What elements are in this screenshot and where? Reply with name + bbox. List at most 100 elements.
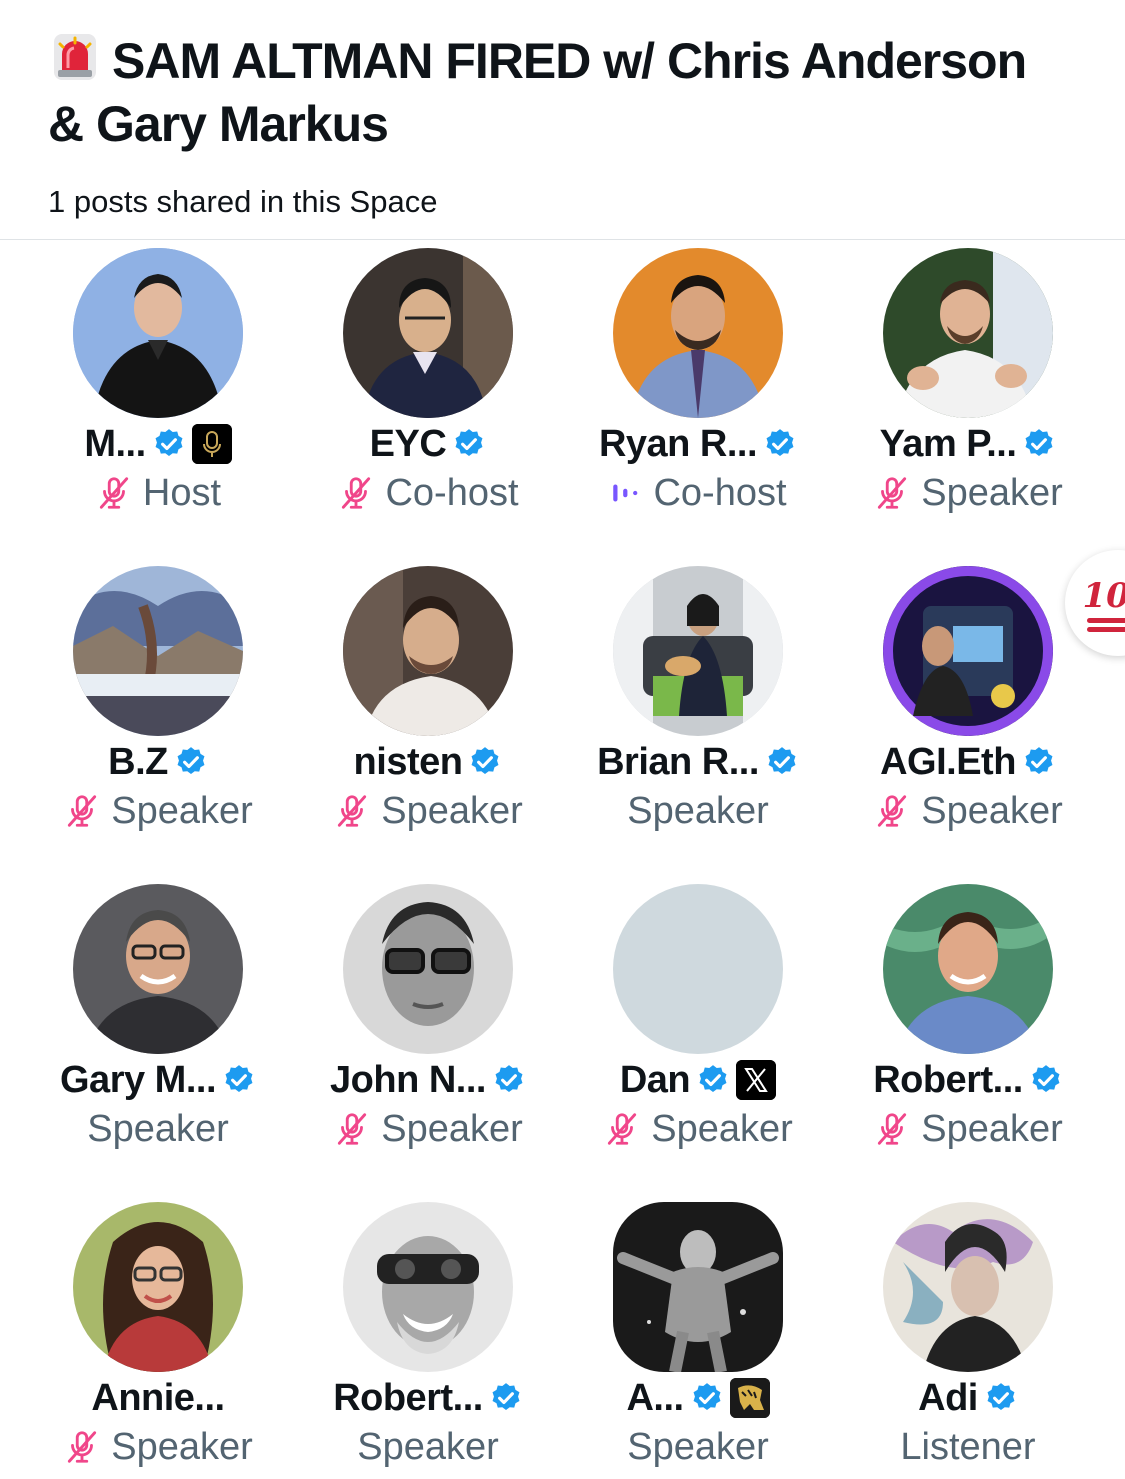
participant-card[interactable]: John N... Speaker [293, 876, 563, 1194]
participant-name: nisten [353, 740, 463, 783]
name-row: AGI.Eth [833, 738, 1103, 786]
participant-name: Adi [918, 1376, 978, 1419]
participant-role: Co-host [653, 471, 787, 514]
participant-name: M... [84, 422, 146, 465]
role-row: Listener [833, 1422, 1103, 1472]
verified-badge-icon [225, 1065, 253, 1093]
name-row: Annie... [23, 1374, 293, 1422]
avatar[interactable] [883, 248, 1053, 418]
name-row: nisten [293, 738, 563, 786]
name-row: Adi [833, 1374, 1103, 1422]
participant-name: A... [626, 1376, 684, 1419]
muted-mic-icon [99, 477, 129, 509]
role-row: Co-host [563, 468, 833, 518]
muted-mic-icon [878, 1113, 907, 1145]
participant-card[interactable]: Robert... Speaker [833, 876, 1103, 1194]
participant-card[interactable]: Dan Speaker [563, 876, 833, 1194]
participant-card[interactable]: 100 AGI.Eth Speaker [833, 550, 1125, 876]
name-row: Robert... [293, 1374, 563, 1422]
role-row: Speaker [23, 786, 293, 836]
participant-card[interactable]: Yam P... Speaker [833, 240, 1103, 558]
name-row: B.Z [23, 738, 293, 786]
lion-badge-icon [729, 1378, 770, 1418]
verified-badge-icon [177, 747, 205, 775]
participant-card[interactable]: nisten Speaker [293, 558, 563, 876]
role-row: Speaker [563, 1422, 833, 1472]
participant-card[interactable]: B.Z Speaker [23, 558, 293, 876]
avatar[interactable] [343, 1202, 513, 1372]
participant-name: EYC [369, 422, 447, 465]
avatar[interactable] [73, 884, 243, 1054]
avatar[interactable] [883, 566, 1053, 736]
participant-name: Dan [619, 1058, 691, 1101]
name-row: Gary M... [23, 1056, 293, 1104]
participant-card[interactable]: Gary M... Speaker [23, 876, 293, 1194]
speaking-indicator-icon [613, 484, 638, 502]
participant-name: Robert... [873, 1058, 1023, 1101]
avatar[interactable] [343, 884, 513, 1054]
role-row: Host [23, 468, 293, 518]
role-row: Speaker [833, 786, 1103, 836]
avatar[interactable] [883, 1202, 1053, 1372]
verified-badge-icon [768, 747, 796, 775]
name-row: Brian R... [563, 738, 833, 786]
verified-badge-icon [455, 429, 483, 457]
posts-shared-link[interactable]: 1 posts shared in this Space [48, 184, 437, 220]
participant-name: Robert... [333, 1376, 483, 1419]
participant-role: Speaker [381, 789, 523, 832]
avatar[interactable] [343, 566, 513, 736]
participant-card[interactable]: Robert... Speaker [293, 1194, 563, 1479]
name-row: M... [23, 420, 293, 468]
role-row: Speaker [563, 1104, 833, 1154]
participant-card[interactable]: Annie... Speaker [23, 1194, 293, 1479]
avatar[interactable] [613, 1202, 783, 1372]
participant-name: Ryan R... [598, 422, 758, 465]
verified-badge-icon [1025, 429, 1053, 457]
participant-card[interactable]: A... Speaker [563, 1194, 833, 1479]
participant-card[interactable]: M... Host [23, 240, 293, 558]
avatar[interactable] [613, 566, 783, 736]
muted-mic-icon [68, 795, 97, 827]
x-logo-icon [736, 1060, 777, 1100]
participant-name: John N... [330, 1058, 486, 1101]
participant-card[interactable]: Adi Listener [833, 1194, 1103, 1479]
muted-mic-icon [878, 477, 907, 509]
avatar[interactable] [73, 1202, 243, 1372]
participant-role: Speaker [921, 789, 1063, 832]
space-title-text: SAM ALTMAN FIRED w/ Chris Anderson & Gar… [48, 33, 1027, 152]
role-row: Co-host [293, 468, 563, 518]
participant-name: Brian R... [597, 740, 759, 783]
role-row: Speaker [833, 468, 1103, 518]
participant-name: Yam P... [879, 422, 1017, 465]
role-row: Speaker [293, 786, 563, 836]
name-row: EYC [293, 420, 563, 468]
muted-mic-icon [342, 477, 371, 509]
microphone-badge-icon [191, 424, 232, 464]
avatar[interactable] [613, 248, 783, 418]
participant-name: B.Z [108, 740, 168, 783]
participant-name: AGI.Eth [880, 740, 1016, 783]
participant-name: Annie... [91, 1376, 225, 1419]
avatar[interactable] [73, 248, 243, 418]
participant-card[interactable]: EYC Co-host [293, 240, 563, 558]
role-row: Speaker [23, 1104, 293, 1154]
avatar[interactable] [883, 884, 1053, 1054]
space-title: SAM ALTMAN FIRED w/ Chris Anderson & Gar… [48, 30, 1048, 156]
default-avatar[interactable] [613, 884, 783, 1054]
avatar[interactable] [73, 566, 243, 736]
name-row: Ryan R... [563, 420, 833, 468]
role-row: Speaker [293, 1422, 563, 1472]
participant-role: Speaker [111, 1425, 253, 1468]
participant-card[interactable]: Ryan R... Co-host [563, 240, 833, 558]
role-row: Speaker [833, 1104, 1103, 1154]
name-row: Yam P... [833, 420, 1103, 468]
participant-card[interactable]: Brian R... Speaker [563, 558, 833, 876]
verified-badge-icon [987, 1383, 1015, 1411]
verified-badge-icon [495, 1065, 523, 1093]
siren-icon [54, 34, 96, 80]
verified-badge-icon [1025, 747, 1053, 775]
avatar[interactable] [343, 248, 513, 418]
name-row: John N... [293, 1056, 563, 1104]
participant-role: Listener [900, 1425, 1036, 1468]
reaction-label: 100 [1082, 576, 1125, 616]
